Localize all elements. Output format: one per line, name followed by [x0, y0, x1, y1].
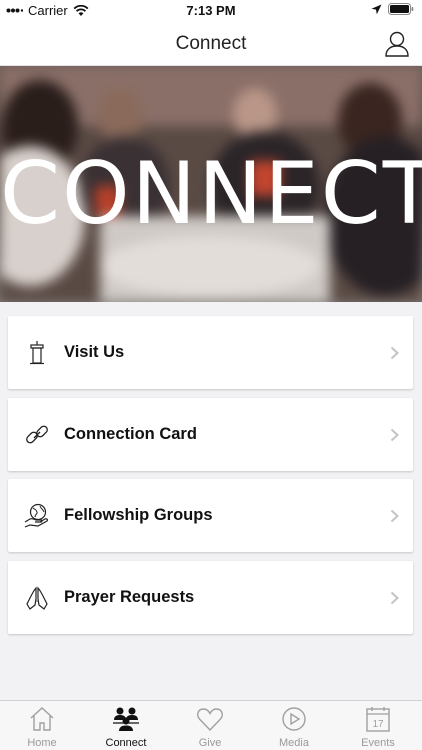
tab-home[interactable]: Home	[0, 701, 84, 750]
menu-item-label: Prayer Requests	[64, 588, 195, 606]
hero-title: CONNECT	[0, 144, 422, 244]
hero-banner: CONNECT	[0, 66, 422, 302]
calendar-day-number: 17	[372, 719, 384, 730]
tab-label: Media	[279, 737, 309, 749]
tab-label: Give	[198, 737, 222, 749]
play-icon	[282, 707, 306, 731]
chevron-right-icon	[390, 509, 399, 523]
tab-label: Events	[361, 737, 395, 749]
tab-label: Home	[27, 737, 57, 749]
navigation-bar: Connect	[0, 22, 422, 66]
menu-item-label: Connection Card	[64, 425, 197, 443]
battery-icon	[388, 3, 414, 15]
menu-item-connection-card[interactable]: Connection Card	[8, 398, 413, 471]
heart-icon	[197, 708, 223, 732]
praying-hands-icon	[26, 586, 48, 610]
menu-item-label: Fellowship Groups	[64, 506, 213, 524]
menu-item-fellowship-groups[interactable]: Fellowship Groups	[8, 479, 413, 552]
globe-hand-icon	[24, 503, 48, 528]
tab-events[interactable]: 17 Events	[336, 701, 420, 750]
menu-item-label: Visit Us	[64, 343, 125, 361]
menu-item-visit-us[interactable]: Visit Us	[8, 316, 413, 389]
profile-button[interactable]	[384, 30, 410, 58]
page-title: Connect	[175, 33, 247, 54]
tab-bar: Home Connect Give Media 17 Events	[0, 700, 422, 750]
people-icon	[113, 707, 139, 731]
tab-label: Connect	[105, 737, 147, 749]
link-icon	[26, 425, 48, 444]
user-icon	[385, 31, 409, 57]
chevron-right-icon	[390, 346, 399, 360]
status-time: 7:13 PM	[186, 3, 236, 18]
tab-media[interactable]: Media	[252, 701, 336, 750]
calendar-icon: 17	[366, 707, 390, 732]
status-right	[371, 3, 414, 15]
chevron-right-icon	[390, 591, 399, 605]
tab-give[interactable]: Give	[168, 701, 252, 750]
podium-icon	[30, 341, 44, 365]
menu-item-prayer-requests[interactable]: Prayer Requests	[8, 561, 413, 634]
home-icon	[30, 707, 54, 731]
tab-connect[interactable]: Connect	[84, 701, 168, 750]
status-bar: Carrier 7:13 PM	[0, 0, 422, 22]
chevron-right-icon	[390, 428, 399, 442]
location-arrow-icon	[371, 4, 382, 14]
